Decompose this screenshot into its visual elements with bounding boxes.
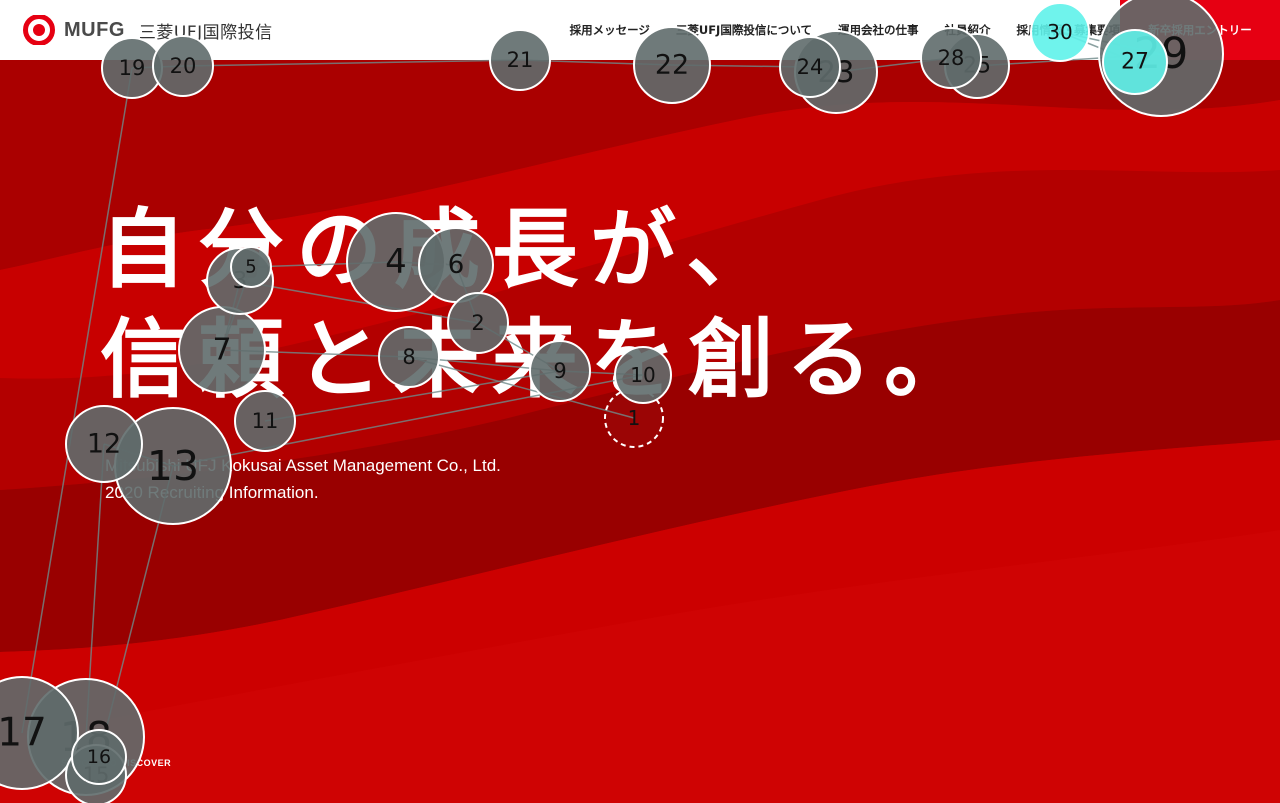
site-logo[interactable]: MUFG 三菱UFJ国際投信 <box>20 14 273 46</box>
nav-item-message[interactable]: 採用メッセージ <box>570 22 650 38</box>
site-header: MUFG 三菱UFJ国際投信 採用メッセージ 三菱UFJ国際投信について 運用会… <box>0 0 1280 60</box>
hero-background <box>0 60 1280 803</box>
page: MUFG 三菱UFJ国際投信 採用メッセージ 三菱UFJ国際投信について 運用会… <box>0 0 1280 803</box>
hero-headline: 自分の成長が、 信頼と未来を創る。 <box>100 195 982 415</box>
logo-company-name: 三菱UFJ国際投信 <box>138 22 273 43</box>
hero-headline-line-2: 信頼と未来を創る。 <box>100 310 982 410</box>
hero-subtitle-company: Mitsubishi UFJ Kokusai Asset Management … <box>105 456 501 475</box>
nav-item-people[interactable]: 社員紹介 <box>945 22 991 38</box>
mufg-logo-icon <box>20 15 58 45</box>
nav-item-recruit-info[interactable]: 採用情報・募集要項 <box>1017 22 1121 38</box>
nav-item-about[interactable]: 三菱UFJ国際投信について <box>676 22 812 38</box>
hero-headline-line-1: 自分の成長が、 <box>100 200 785 300</box>
entry-button[interactable]: 新卒採用エントリー <box>1120 0 1280 60</box>
global-nav: 採用メッセージ 三菱UFJ国際投信について 運用会社の仕事 社員紹介 採用情報・… <box>544 0 1120 60</box>
scroll-indicator[interactable]: SCROLL TO DISCOVER <box>61 758 171 768</box>
nav-item-work[interactable]: 運用会社の仕事 <box>838 22 919 38</box>
hero-subtitle: Mitsubishi UFJ Kokusai Asset Management … <box>105 452 501 506</box>
logo-brand-text: MUFG <box>64 18 125 41</box>
hero-subtitle-year: 2020 Recruiting Information. <box>105 483 319 502</box>
